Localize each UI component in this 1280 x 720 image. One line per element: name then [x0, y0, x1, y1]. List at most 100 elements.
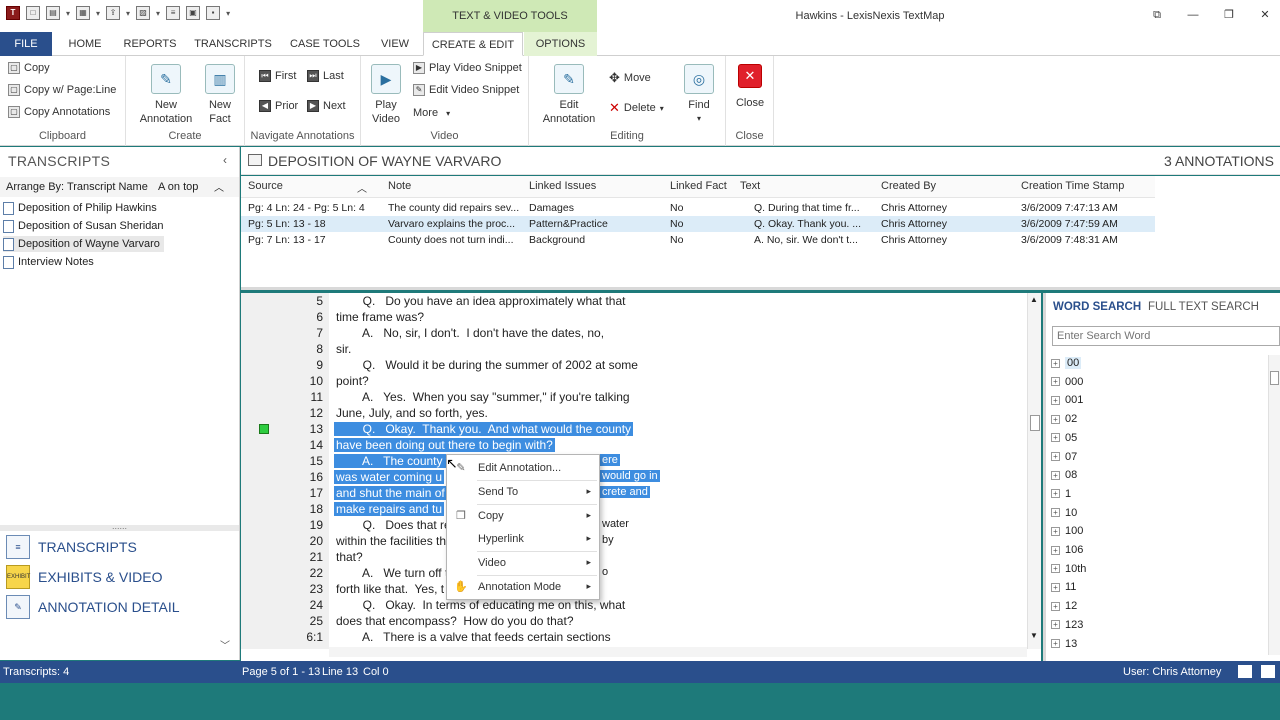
sort-order-label[interactable]: A on top [158, 181, 198, 193]
minimize-button[interactable]: — [1186, 8, 1200, 22]
menu-item-hyperlink[interactable]: Hyperlink ▸ [447, 528, 599, 550]
move-button[interactable]: ✥ Move [609, 70, 651, 86]
transcript-line[interactable]: 10 point? [241, 373, 1031, 389]
tab-case-tools[interactable]: CASE TOOLS [284, 32, 366, 56]
play-video-button[interactable]: ▶ Play Video [369, 64, 403, 126]
tab-file[interactable]: FILE [0, 32, 52, 56]
transcript-line[interactable]: 11 A. Yes. When you say "summer," if you… [241, 389, 1031, 405]
tab-create-edit[interactable]: CREATE & EDIT [423, 32, 523, 56]
prior-button[interactable]: ◀ Prior [259, 100, 298, 112]
tab-home[interactable]: HOME [60, 32, 110, 56]
scroll-up-icon[interactable]: ▲ [1030, 295, 1038, 304]
first-button[interactable]: ⏮ First [259, 70, 296, 82]
new-doc-icon[interactable]: □ [26, 6, 40, 20]
transcript-line[interactable]: 7 A. No, sir, I don't. I don't have the … [241, 325, 1031, 341]
table-row[interactable]: Pg: 7 Ln: 13 - 17 County does not turn i… [241, 232, 1155, 248]
edit-video-snippet-button[interactable]: ✎ Edit Video Snippet [413, 84, 519, 96]
column-header-source[interactable]: Source [248, 180, 283, 192]
expand-icon[interactable]: + [1051, 582, 1060, 592]
transcript-item-selected[interactable]: Deposition of Wayne Varvaro [3, 236, 164, 252]
transcript-line[interactable]: 18 make repairs and tu [241, 501, 1031, 517]
expand-icon[interactable]: + [1051, 377, 1060, 387]
collapse-panel-icon[interactable]: ‹ [223, 153, 227, 167]
nav-annotation-detail[interactable]: ✎ ANNOTATION DETAIL [6, 595, 180, 619]
copy-page-line-button[interactable]: ▢ Copy w/ Page:Line [8, 84, 116, 96]
sort-ascending-icon[interactable]: ︿ [357, 180, 367, 195]
transcript-line[interactable]: 24 Q. Okay. In terms of educating me on … [241, 597, 1031, 613]
copy-annotations-button[interactable]: ▢ Copy Annotations [8, 106, 110, 118]
word-list-item[interactable]: +001 [1051, 392, 1083, 408]
column-header-text[interactable]: Text [740, 180, 760, 192]
transcript-line[interactable]: 20 within the facilities th [241, 533, 1031, 549]
transcript-line[interactable]: 6 time frame was? [241, 309, 1031, 325]
word-list-item[interactable]: +00 [1051, 355, 1082, 371]
expand-icon[interactable]: + [1051, 470, 1060, 480]
expand-icon[interactable]: + [1051, 564, 1060, 574]
sort-toggle-icon[interactable]: ︿ [214, 179, 224, 194]
transcript-line[interactable]: 9 Q. Would it be during the summer of 20… [241, 357, 1031, 373]
transcript-line[interactable]: 12 June, July, and so forth, yes. [241, 405, 1031, 421]
nav-exhibits-video[interactable]: EXHIBIT EXHIBITS & VIDEO [6, 565, 162, 589]
word-list-item[interactable]: +05 [1051, 430, 1077, 446]
transcript-line[interactable]: 23 forth like that. Yes, t [241, 581, 1031, 597]
more-dropdown[interactable]: More ▾ [413, 107, 450, 119]
customize-qat-icon[interactable]: ▾ [226, 9, 230, 18]
column-header-linked-fact[interactable]: Linked Fact [670, 180, 727, 192]
transcript-line[interactable]: 14 have been doing out there to begin wit… [241, 437, 1031, 453]
word-list-item[interactable]: +1 [1051, 486, 1071, 502]
word-list-item[interactable]: +08 [1051, 467, 1077, 483]
find-button[interactable]: ◎ Find ▾ [679, 64, 719, 126]
expand-icon[interactable]: + [1051, 395, 1060, 405]
menu-item-edit-annotation[interactable]: ✎ Edit Annotation... [447, 457, 599, 479]
expand-icon[interactable]: + [1051, 508, 1060, 518]
delete-button[interactable]: ✕ Delete ▾ [609, 100, 664, 116]
transcript-line[interactable]: 22 A. We turn off t [241, 565, 1031, 581]
play-video-snippet-button[interactable]: ▶ Play Video Snippet [413, 62, 522, 74]
nav-transcripts[interactable]: ≡ TRANSCRIPTS [6, 535, 137, 559]
menu-item-video[interactable]: Video ▸ [447, 552, 599, 574]
transcript-line[interactable]: 21 that? [241, 549, 1031, 565]
expand-icon[interactable]: + [1051, 620, 1060, 630]
scroll-thumb[interactable] [1030, 415, 1040, 431]
new-annotation-button[interactable]: ✎ New Annotation [136, 64, 196, 126]
tab-full-text-search[interactable]: FULL TEXT SEARCH [1148, 301, 1259, 313]
help-icon[interactable]: ⧉ [1150, 8, 1164, 22]
new-fact-button[interactable]: ▥ New Fact [200, 64, 240, 126]
menu-item-send-to[interactable]: Send To ▸ [447, 481, 599, 503]
transcript-item[interactable]: Interview Notes [3, 254, 94, 270]
transcript-line[interactable]: 19 Q. Does that re [241, 517, 1031, 533]
word-list-scrollbar[interactable] [1268, 355, 1280, 655]
transcript-item[interactable]: Deposition of Susan Sheridan [3, 218, 164, 234]
word-list-item[interactable]: +106 [1051, 542, 1083, 558]
menu-item-copy[interactable]: ❐ Copy ▸ [447, 505, 599, 527]
copy-button[interactable]: ▢ Copy [8, 62, 50, 74]
expand-icon[interactable]: + [1051, 639, 1060, 648]
export-icon[interactable]: ⇪ [106, 6, 121, 20]
word-list-item[interactable]: +123 [1051, 617, 1083, 633]
transcript-line[interactable]: 25 does that encompass? How do you do tha… [241, 613, 1031, 629]
close-button[interactable]: ✕ Close [730, 64, 770, 110]
tab-transcripts[interactable]: TRANSCRIPTS [190, 32, 276, 56]
tab-view[interactable]: VIEW [372, 32, 418, 56]
close-window-button[interactable]: ✕ [1258, 8, 1272, 22]
column-header-linked-issues[interactable]: Linked Issues [529, 180, 596, 192]
annotation-marker-icon[interactable] [259, 424, 269, 434]
expand-icon[interactable]: + [1051, 358, 1060, 368]
expand-icon[interactable]: + [1051, 545, 1060, 555]
word-list-item[interactable]: +11 [1051, 579, 1076, 595]
notes-icon[interactable]: ≡ [166, 6, 181, 20]
restore-button[interactable]: ❐ [1222, 8, 1236, 22]
expand-icon[interactable]: + [1051, 452, 1060, 461]
scroll-down-icon[interactable]: ▼ [1030, 631, 1038, 640]
word-list-item[interactable]: +02 [1051, 411, 1077, 427]
column-header-created-by[interactable]: Created By [881, 180, 936, 192]
expand-icon[interactable]: + [1051, 414, 1060, 424]
word-list-item[interactable]: +10 [1051, 505, 1077, 521]
panel-splitter[interactable]: ...... [0, 522, 239, 531]
scroll-thumb[interactable] [1270, 371, 1279, 385]
edit-annotation-button[interactable]: ✎ Edit Annotation [537, 64, 601, 126]
transcript-item[interactable]: Deposition of Philip Hawkins [3, 200, 157, 216]
layout-mode-icon[interactable] [1261, 665, 1275, 678]
view-mode-icon[interactable] [1238, 665, 1252, 678]
search-word-input[interactable] [1052, 326, 1280, 346]
